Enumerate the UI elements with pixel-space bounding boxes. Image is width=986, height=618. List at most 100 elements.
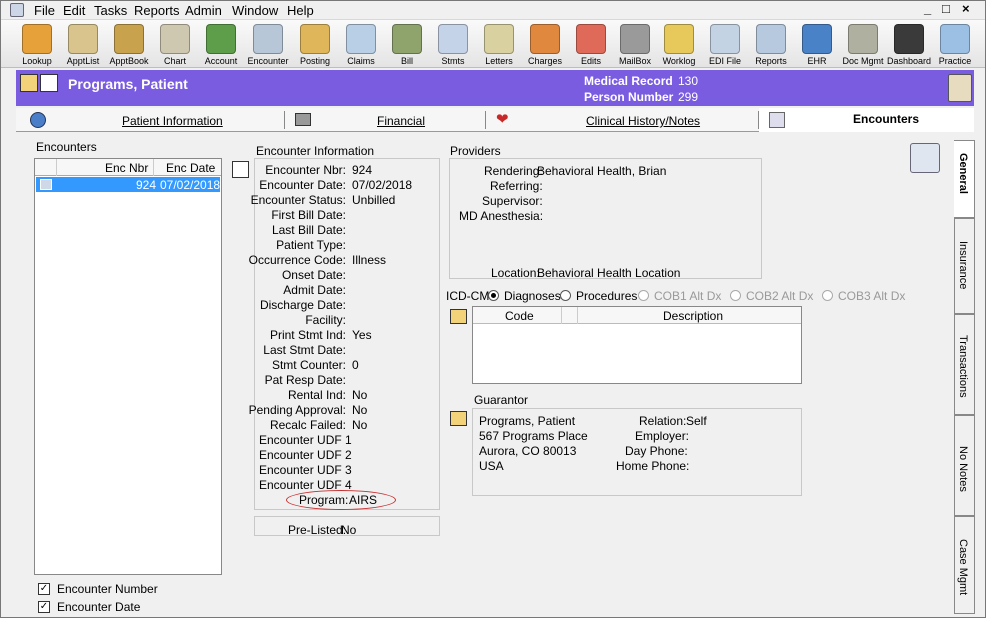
toolbar-practice-button[interactable]: Practice — [932, 22, 978, 66]
procedures-radio[interactable] — [560, 290, 571, 301]
diagnoses-label: Diagnoses — [504, 289, 561, 303]
anesthesia-label: MD Anesthesia: — [459, 209, 544, 223]
encounters-list[interactable]: Enc Nbr Enc Date 924 07/02/2018 — [34, 158, 222, 575]
location-value: Behavioral Health Location — [537, 266, 681, 280]
letters-icon — [484, 24, 514, 54]
side-tab-insurance[interactable]: Insurance — [954, 218, 975, 314]
open-folder-icon[interactable] — [20, 74, 38, 92]
tab-financial[interactable]: Financial — [285, 108, 485, 132]
medical-record-value: 130 — [678, 74, 699, 88]
field-value: Yes — [352, 328, 372, 342]
medical-record-label: Medical Record — [584, 74, 673, 88]
guarantor-folder-icon[interactable] — [450, 411, 467, 426]
icd-table[interactable]: Code Description — [472, 306, 802, 384]
restore-button[interactable]: □ — [942, 1, 950, 16]
menu-file[interactable]: File — [34, 3, 55, 18]
field-label: Print Stmt Ind: — [269, 328, 346, 342]
chart-clipboard-icon — [160, 24, 190, 54]
cob3-label: COB3 Alt Dx — [838, 289, 906, 303]
tab-clinical-history[interactable]: ❤ Clinical History/Notes — [486, 108, 756, 132]
menu-edit[interactable]: Edit — [63, 3, 85, 18]
field-label: Last Stmt Date: — [263, 343, 346, 357]
practice-icon — [940, 24, 970, 54]
diagnoses-radio[interactable] — [488, 290, 499, 301]
side-tab-label: Case Mgmt — [957, 539, 969, 596]
field-value: 924 — [352, 163, 373, 177]
person-number-value: 299 — [678, 90, 699, 104]
program-value: AIRS — [349, 493, 378, 507]
charges-icon — [530, 24, 560, 54]
menu-reports[interactable]: Reports — [134, 3, 180, 18]
relation-value: Self — [686, 414, 707, 428]
doc-mgmt-icon — [848, 24, 878, 54]
field-label: Pending Approval: — [248, 403, 346, 417]
person-number-label: Person Number — [584, 90, 674, 104]
row-enc-nbr: 924 — [136, 178, 157, 192]
menu-help[interactable]: Help — [287, 3, 314, 18]
cob3-radio[interactable] — [822, 290, 833, 301]
udf-label: Encounter UDF 3 — [259, 463, 352, 477]
field-value: Unbilled — [352, 193, 396, 207]
side-tab-transactions[interactable]: Transactions — [954, 314, 975, 415]
appt-list-icon — [68, 24, 98, 54]
guarantor-panel: Programs, Patient 567 Programs Place Aur… — [472, 408, 802, 496]
encounter-number-label: Encounter Number — [57, 582, 158, 596]
tab-label: Financial — [377, 114, 426, 128]
statements-icon — [438, 24, 468, 54]
tab-label: Encounters — [853, 112, 920, 126]
clipboard-icon[interactable] — [948, 74, 972, 102]
tab-encounters[interactable]: Encounters — [759, 108, 974, 132]
field-value: 07/02/2018 — [352, 178, 413, 192]
magnifier-person-icon — [22, 24, 52, 54]
toolbar-label: Practice — [938, 56, 972, 66]
dayphone-label: Day Phone: — [625, 444, 688, 458]
cob1-radio[interactable] — [638, 290, 649, 301]
col-enc-nbr[interactable]: Enc Nbr — [105, 161, 148, 175]
tab-label: Patient Information — [122, 114, 223, 128]
rendering-label: Rendering: — [484, 164, 543, 178]
dashboard-icon — [894, 24, 924, 54]
side-tab-notes[interactable]: No Notes — [954, 415, 975, 516]
supervisor-label: Supervisor: — [482, 194, 543, 208]
side-tab-general[interactable]: General — [954, 140, 975, 218]
encounter-date-checkbox[interactable]: ✓ — [38, 601, 50, 613]
patient-header: Programs, Patient Medical Record 130 Per… — [16, 70, 974, 106]
relation-label: Relation: — [639, 414, 687, 428]
menu-admin[interactable]: Admin — [185, 3, 222, 18]
encounter-number-checkbox[interactable]: ✓ — [38, 583, 50, 595]
reports-icon — [756, 24, 786, 54]
cob2-radio[interactable] — [730, 290, 741, 301]
field-label: Recalc Failed: — [269, 418, 346, 432]
table-row[interactable]: 924 07/02/2018 — [36, 177, 220, 192]
worklog-icon — [664, 24, 694, 54]
udf-label: Encounter UDF 1 — [259, 433, 352, 447]
encounter-info-title: Encounter Information — [256, 144, 375, 158]
menu-tasks[interactable]: Tasks — [94, 3, 127, 18]
field-label: First Bill Date: — [271, 208, 346, 222]
account-icon — [206, 24, 236, 54]
field-value: Illness — [352, 253, 387, 267]
toolbar: Lookup ApptList ApptBook Chart Account Encoun… — [0, 20, 986, 68]
encounters-title: Encounters — [36, 140, 97, 154]
close-button[interactable]: × — [962, 1, 970, 16]
field-label: Rental Ind: — [287, 388, 346, 402]
col-enc-date[interactable]: Enc Date — [166, 161, 215, 175]
field-label: Encounter Status: — [250, 193, 346, 207]
col-code[interactable]: Code — [505, 309, 534, 323]
notes-icon[interactable] — [40, 74, 58, 92]
app-icon[interactable] — [10, 3, 24, 17]
col-description[interactable]: Description — [663, 309, 723, 323]
udf-label: Encounter UDF 4 — [259, 478, 352, 492]
homephone-label: Home Phone: — [616, 459, 690, 473]
guarantor-line: USA — [479, 459, 504, 473]
icd-folder-icon[interactable] — [450, 309, 467, 324]
side-tab-case-mgmt[interactable]: Case Mgmt — [954, 516, 975, 614]
guarantor-title: Guarantor — [474, 393, 529, 407]
field-value: 0 — [352, 358, 359, 372]
rendering-value: Behavioral Health, Brian — [537, 164, 667, 178]
menu-window[interactable]: Window — [232, 3, 278, 18]
field-label: Stmt Counter: — [271, 358, 346, 372]
tab-patient-information[interactable]: Patient Information — [16, 108, 284, 132]
field-label: Occurrence Code: — [248, 253, 346, 267]
minimize-button[interactable]: _ — [924, 1, 931, 16]
